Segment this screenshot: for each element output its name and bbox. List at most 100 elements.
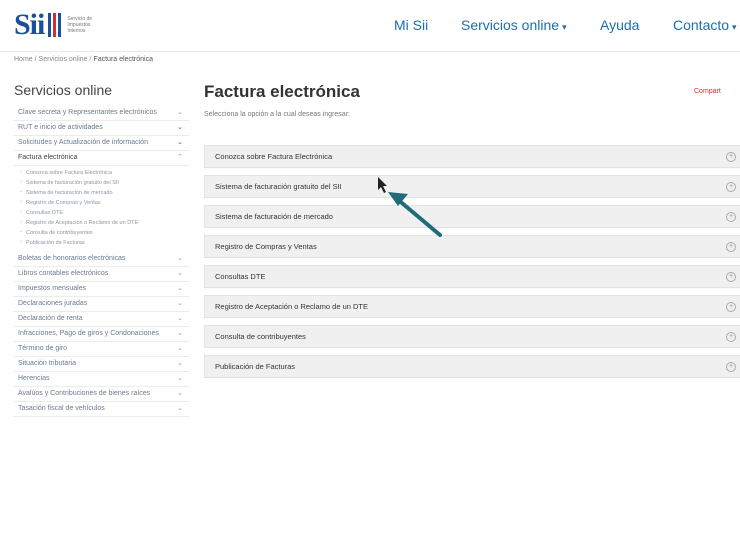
option-conozca-factura[interactable]: Conozca sobre Factura Electrónica + <box>204 145 740 168</box>
sidebar-item-clave-secreta[interactable]: Clave secreta y Representantes electróni… <box>14 106 189 121</box>
option-label: Registro de Aceptación o Reclamo de un D… <box>215 302 368 311</box>
submenu-item-publicacion-facturas[interactable]: Publicación de Facturas <box>18 238 189 248</box>
sidebar-item-declaracion-renta[interactable]: Declaración de renta ⌄ <box>14 312 189 327</box>
chevron-down-icon: ⌄ <box>177 360 183 367</box>
page-subtitle: Selecciona la opción a la cual deseas in… <box>204 111 350 118</box>
sidebar-item-label: Infracciones, Pago de giros y Condonacio… <box>18 330 159 337</box>
logo-bars <box>48 13 62 37</box>
plus-circle-icon: + <box>726 332 736 342</box>
plus-circle-icon: + <box>726 362 736 372</box>
nav-servicios-online-label: Servicios online <box>461 17 560 33</box>
sidebar-item-solicitudes[interactable]: Solicitudes y Actualización de informaci… <box>14 136 189 151</box>
breadcrumb-separator: / <box>34 56 37 63</box>
option-label: Conozca sobre Factura Electrónica <box>215 152 333 161</box>
option-label: Consultas DTE <box>215 272 266 281</box>
logo-subtitle: Servicio de Impuestos Internos <box>67 16 93 34</box>
chevron-down-icon: ⌄ <box>177 315 183 322</box>
plus-circle-icon: + <box>726 272 736 282</box>
submenu-item-consultas-dte[interactable]: Consultas DTE <box>18 208 189 218</box>
options-list: Conozca sobre Factura Electrónica + Siste… <box>204 145 740 385</box>
site-header: Sii Servicio de Impuestos Internos Mi Si… <box>0 0 740 52</box>
sidebar-item-impuestos-mensuales[interactable]: Impuestos mensuales ⌄ <box>14 282 189 297</box>
sidebar-item-avaluos[interactable]: Avalúos y Contribuciones de bienes raíce… <box>14 387 189 402</box>
option-registro-compras-ventas[interactable]: Registro de Compras y Ventas + <box>204 235 740 258</box>
sidebar-item-situacion-tributaria[interactable]: Situación tributaria ⌄ <box>14 357 189 372</box>
submenu-item-aceptacion-reclamo[interactable]: Registro de Aceptación o Reclamo de un D… <box>18 218 189 228</box>
sidebar-item-infracciones[interactable]: Infracciones, Pago de giros y Condonacio… <box>14 327 189 342</box>
option-publicacion-facturas[interactable]: Publicación de Facturas + <box>204 355 740 378</box>
nav-mi-sii[interactable]: Mi Sii <box>394 17 428 33</box>
sidebar-item-label: Término de giro <box>18 345 68 352</box>
chevron-down-icon: ⌄ <box>177 345 183 352</box>
plus-circle-icon: + <box>726 182 736 192</box>
sidebar-item-label: Tasación fiscal de vehículos <box>18 405 105 412</box>
submenu-item-consulta-contribuyentes[interactable]: Consulta de contribuyentes <box>18 228 189 238</box>
plus-circle-icon: + <box>726 242 736 252</box>
sidebar-item-label: Impuestos mensuales <box>18 285 87 292</box>
sidebar-item-label: Herencias <box>18 375 50 382</box>
sidebar-item-label: Clave secreta y Representantes electróni… <box>18 109 157 116</box>
option-consultas-dte[interactable]: Consultas DTE + <box>204 265 740 288</box>
breadcrumb-home[interactable]: Home <box>14 56 33 63</box>
option-consulta-contribuyentes[interactable]: Consulta de contribuyentes + <box>204 325 740 348</box>
nav-servicios-online[interactable]: Servicios online ▾ <box>461 17 567 33</box>
option-sistema-mercado[interactable]: Sistema de facturación de mercado + <box>204 205 740 228</box>
chevron-up-icon: ⌃ <box>177 154 183 161</box>
sidebar-item-label: RUT e inicio de actividades <box>18 124 103 131</box>
share-link[interactable]: Compart <box>694 88 721 95</box>
option-label: Sistema de facturación de mercado <box>215 212 333 221</box>
sii-logo[interactable]: Sii Servicio de Impuestos Internos <box>14 10 107 40</box>
sidebar-item-termino-giro[interactable]: Término de giro ⌄ <box>14 342 189 357</box>
nav-ayuda[interactable]: Ayuda <box>600 17 639 33</box>
logo-mark: Sii <box>14 8 45 41</box>
caret-down-icon: ▾ <box>732 22 737 32</box>
chevron-down-icon: ⌄ <box>177 255 183 262</box>
chevron-down-icon: ⌄ <box>177 375 183 382</box>
sidebar-submenu: Conozca sobre Factura Electrónica Sistem… <box>14 166 189 252</box>
sidebar-item-label: Avalúos y Contribuciones de bienes raíce… <box>18 390 151 397</box>
sidebar-item-rut-inicio[interactable]: RUT e inicio de actividades ⌄ <box>14 121 189 136</box>
plus-circle-icon: + <box>726 302 736 312</box>
chevron-down-icon: ⌄ <box>177 124 183 131</box>
chevron-down-icon: ⌄ <box>177 139 183 146</box>
breadcrumb-current: Factura electrónica <box>93 56 153 63</box>
option-label: Publicación de Facturas <box>215 362 296 371</box>
sidebar-item-factura-electronica[interactable]: Factura electrónica ⌃ <box>14 151 189 166</box>
submenu-item-conozca[interactable]: Conozca sobre Factura Electrónica <box>18 168 189 178</box>
option-sistema-gratuito[interactable]: Sistema de facturación gratuito del SII + <box>204 175 740 198</box>
page-title: Factura electrónica <box>204 82 360 101</box>
caret-down-icon: ▾ <box>562 22 567 32</box>
plus-circle-icon: + <box>726 152 736 162</box>
sidebar-item-label: Solicitudes y Actualización de informaci… <box>18 139 148 146</box>
submenu-item-registro-compras[interactable]: Registro de Compras y Ventas <box>18 198 189 208</box>
breadcrumb-separator: / <box>89 56 92 63</box>
main-content: Factura electrónica Selecciona la opción… <box>204 82 740 118</box>
option-aceptacion-reclamo[interactable]: Registro de Aceptación o Reclamo de un D… <box>204 295 740 318</box>
plus-circle-icon: + <box>726 212 736 222</box>
breadcrumb-servicios-online[interactable]: Servicios online <box>39 56 88 63</box>
sidebar-item-herencias[interactable]: Herencias ⌄ <box>14 372 189 387</box>
submenu-item-sistema-mercado[interactable]: Sistema de facturación de mercado <box>18 188 189 198</box>
sidebar-title: Servicios online <box>14 82 113 98</box>
sidebar-item-libros-contables[interactable]: Libros contables electrónicos ⌄ <box>14 267 189 282</box>
chevron-down-icon: ⌄ <box>177 285 183 292</box>
option-label: Consulta de contribuyentes <box>215 332 306 341</box>
chevron-down-icon: ⌄ <box>177 109 183 116</box>
sidebar-item-label: Situación tributaria <box>18 360 76 367</box>
nav-contacto[interactable]: Contacto ▾ <box>673 17 737 33</box>
sidebar-item-declaraciones-juradas[interactable]: Declaraciones juradas ⌄ <box>14 297 189 312</box>
chevron-down-icon: ⌄ <box>177 300 183 307</box>
chevron-down-icon: ⌄ <box>177 390 183 397</box>
chevron-down-icon: ⌄ <box>177 330 183 337</box>
sidebar-item-label: Declaraciones juradas <box>18 300 88 307</box>
breadcrumb: Home / Servicios online / Factura electr… <box>14 56 153 63</box>
chevron-down-icon: ⌄ <box>177 270 183 277</box>
sidebar-item-label: Boletas de honorarios electrónicas <box>18 255 126 262</box>
sidebar-item-label: Factura electrónica <box>18 154 78 161</box>
sidebar-item-boletas-honorarios[interactable]: Boletas de honorarios electrónicas ⌄ <box>14 252 189 267</box>
chevron-down-icon: ⌄ <box>177 405 183 412</box>
sidebar-item-tasacion-vehiculos[interactable]: Tasación fiscal de vehículos ⌄ <box>14 402 189 417</box>
sidebar-item-label: Libros contables electrónicos <box>18 270 109 277</box>
submenu-item-sistema-gratuito[interactable]: Sistema de facturación gratuito del SII <box>18 178 189 188</box>
sidebar-item-label: Declaración de renta <box>18 315 83 322</box>
